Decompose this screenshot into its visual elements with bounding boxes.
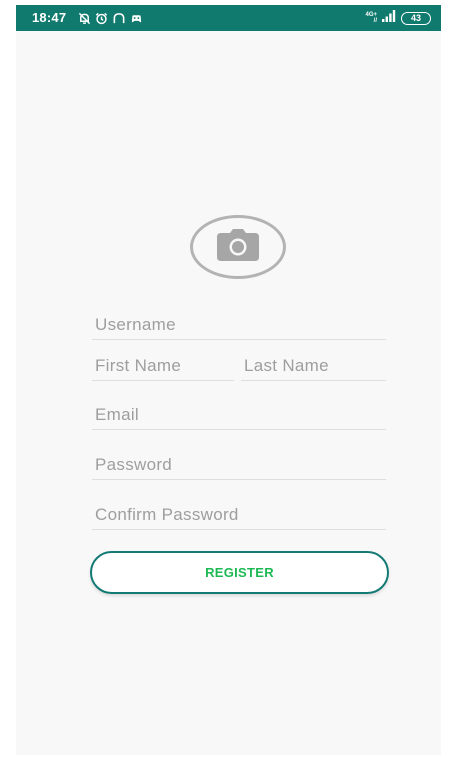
username-field	[92, 310, 386, 340]
confirm-password-input[interactable]	[92, 500, 386, 529]
first-name-input[interactable]	[92, 351, 234, 380]
status-time: 18:47	[32, 10, 67, 25]
status-bar: 18:47 4G+ // 43	[16, 5, 441, 31]
battery-icon: 43	[401, 11, 431, 25]
network-activity-text: //	[373, 18, 377, 24]
email-field	[92, 400, 386, 430]
email-input[interactable]	[92, 400, 386, 429]
alarm-icon	[95, 12, 108, 25]
headphones-icon	[112, 12, 126, 25]
confirm-password-field	[92, 500, 386, 530]
status-icons-right: 4G+ // 43	[365, 9, 431, 27]
profile-photo-picker[interactable]	[190, 215, 286, 279]
status-icons-left	[78, 9, 143, 27]
register-screen: 18:47 4G+ // 43 Username First Name Last…	[16, 5, 441, 755]
last-name-field	[241, 351, 386, 381]
camera-icon	[217, 228, 259, 266]
password-input[interactable]	[92, 450, 386, 479]
network-type-label: 4G+ //	[365, 12, 377, 24]
battery-level: 43	[410, 12, 421, 23]
gamepad-icon	[130, 12, 143, 25]
last-name-input[interactable]	[241, 351, 386, 380]
signal-icon	[382, 9, 396, 27]
register-button[interactable]: REGISTER	[90, 551, 389, 594]
mute-notification-icon	[78, 12, 91, 25]
password-field	[92, 450, 386, 480]
first-name-field	[92, 351, 234, 381]
username-input[interactable]	[92, 310, 386, 339]
